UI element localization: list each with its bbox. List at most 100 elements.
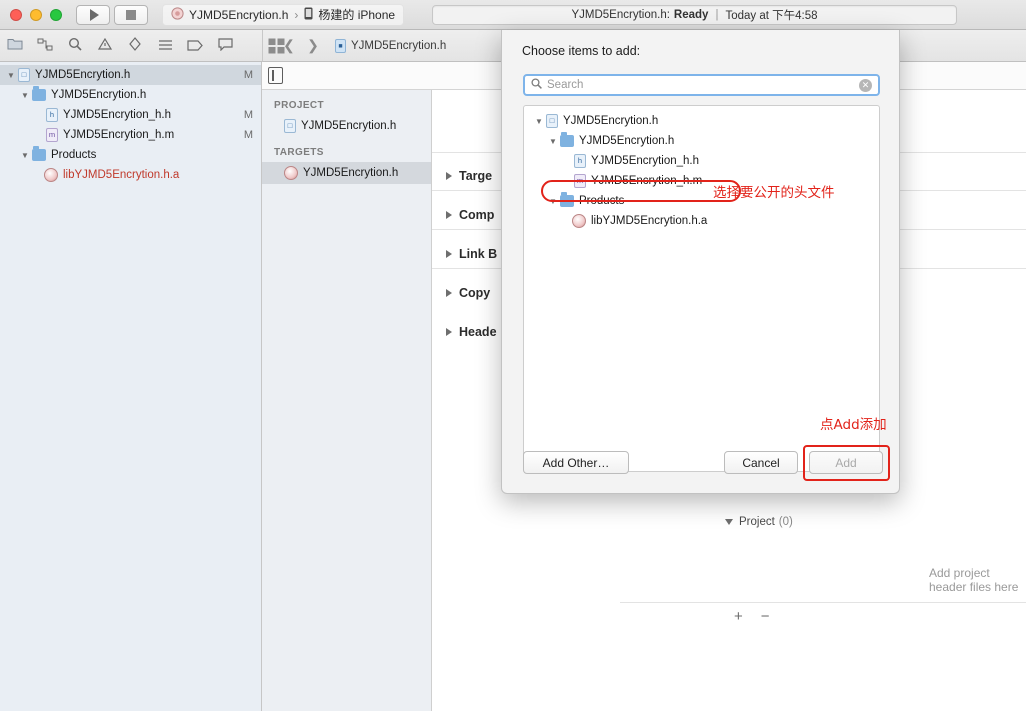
maximize-window-button[interactable]: [50, 8, 62, 21]
target-list-item[interactable]: YJMD5Encrytion.h: [262, 162, 431, 184]
report-navigator-icon[interactable]: [210, 37, 240, 54]
disclosure-triangle-icon[interactable]: ▼: [546, 137, 560, 146]
modified-badge: M: [243, 129, 253, 141]
folder-icon: [560, 132, 574, 147]
sheet-button-row: Add Other… Cancel Add: [502, 437, 901, 493]
project-file-icon: ■: [335, 38, 346, 53]
navigator-row-label: Products: [51, 149, 97, 161]
minimize-window-button[interactable]: [30, 8, 42, 21]
modified-badge: M: [243, 69, 253, 81]
cancel-button[interactable]: Cancel: [724, 451, 798, 474]
device-icon: [304, 7, 313, 23]
project-list-item-label: YJMD5Encrytion.h: [301, 120, 397, 132]
section-label: Copy: [459, 286, 491, 300]
annotation-select-header: 选择要公开的头文件: [713, 185, 835, 201]
grid-icon[interactable]: [268, 38, 285, 57]
hierarchy-navigator-icon[interactable]: [30, 38, 60, 54]
navigator-row-label: libYJMD5Encrytion.h.a: [63, 169, 180, 181]
header-file-icon: h: [46, 108, 58, 122]
close-window-button[interactable]: [10, 8, 22, 21]
file-tree-row-label: Products: [579, 195, 625, 207]
folder-icon: [32, 86, 46, 101]
file-tree-row-label: YJMD5Encrytion_h.m: [591, 175, 703, 187]
add-button-highlight: [803, 445, 890, 481]
file-tree-row[interactable]: ▼ □ YJMD5Encrytion.h: [524, 111, 879, 131]
project-list-item[interactable]: □ YJMD5Encrytion.h: [262, 115, 431, 137]
library-icon: [44, 168, 58, 182]
clear-icon[interactable]: ✕: [859, 78, 872, 92]
run-destination: 杨建的 iPhone: [318, 8, 396, 22]
project-navigator[interactable]: ▼ □ YJMD5Encrytion.h M ▼ YJMD5Encrytion.…: [0, 62, 262, 711]
navigator-row-label: YJMD5Encrytion_h.h: [63, 109, 172, 121]
add-other-button[interactable]: Add Other…: [523, 451, 629, 474]
chevron-right-icon[interactable]: ❯: [301, 37, 325, 54]
navigator-row[interactable]: m YJMD5Encrytion_h.m M: [0, 125, 261, 145]
breakpoint-navigator-icon[interactable]: [180, 38, 210, 54]
search-navigator-icon[interactable]: [60, 37, 90, 54]
issue-navigator-icon[interactable]: [90, 37, 120, 54]
breadcrumb-file-label: YJMD5Encrytion.h: [351, 39, 447, 52]
section-label: Comp: [459, 208, 495, 222]
file-tree-row-label: libYJMD5Encrytion.h.a: [591, 215, 708, 227]
file-tree-row[interactable]: h YJMD5Encrytion_h.h: [524, 151, 879, 171]
file-tree-row[interactable]: ▼ YJMD5Encrytion.h: [524, 131, 879, 151]
breadcrumb[interactable]: ■ YJMD5Encrytion.h: [335, 38, 447, 53]
project-subsection-row[interactable]: Project (0): [712, 516, 793, 528]
source-file-icon: m: [46, 128, 58, 142]
folder-icon: [32, 146, 46, 161]
targets-section-header: TARGETS: [274, 147, 324, 158]
source-file-icon: m: [574, 174, 586, 188]
sheet-title: Choose items to add:: [522, 44, 641, 58]
navigator-row[interactable]: ▼ □ YJMD5Encrytion.h M: [0, 65, 261, 85]
chevron-right-icon[interactable]: [446, 250, 452, 258]
xcode-window: YJMD5Encrytion.h › 杨建的 iPhone YJMD5Encry…: [0, 0, 1026, 711]
disclosure-triangle-icon[interactable]: ▼: [546, 197, 560, 206]
minus-icon[interactable]: −: [761, 608, 770, 625]
project-navigator-icon[interactable]: [0, 37, 30, 54]
disclosure-triangle-icon[interactable]: ▼: [532, 117, 546, 126]
chevron-right-icon[interactable]: [446, 328, 452, 336]
test-navigator-icon[interactable]: [120, 37, 150, 54]
navigator-row[interactable]: libYJMD5Encrytion.h.a: [0, 165, 261, 185]
add-remove-controls[interactable]: + −: [734, 608, 770, 625]
navigator-row[interactable]: ▼ YJMD5Encrytion.h: [0, 85, 261, 105]
navigator-row[interactable]: h YJMD5Encrytion_h.h M: [0, 105, 261, 125]
navigator-row-label: YJMD5Encrytion.h: [51, 89, 147, 101]
plus-icon[interactable]: +: [734, 608, 743, 625]
chevron-down-icon[interactable]: [725, 519, 733, 525]
search-input[interactable]: Search ✕: [523, 74, 880, 96]
file-tree-row-label: YJMD5Encrytion.h: [563, 115, 659, 127]
project-subsection-label: Project: [739, 516, 775, 528]
annotation-click-add: 点Add添加: [820, 417, 887, 433]
chevron-right-icon[interactable]: [446, 172, 452, 180]
modified-badge: M: [243, 109, 253, 121]
chevron-right-icon[interactable]: [446, 211, 452, 219]
status-file: YJMD5Encrytion.h:: [571, 9, 670, 21]
project-file-icon: □: [284, 119, 296, 133]
navigator-row[interactable]: ▼ Products: [0, 145, 261, 165]
chevron-right-icon[interactable]: [446, 289, 452, 297]
window-titlebar: YJMD5Encrytion.h › 杨建的 iPhone YJMD5Encry…: [0, 0, 1026, 30]
disclosure-triangle-icon[interactable]: ▼: [4, 71, 18, 80]
search-placeholder: Search: [547, 79, 584, 91]
section-label: Targe: [459, 169, 493, 183]
status-divider: |: [715, 9, 719, 21]
project-targets-list[interactable]: PROJECT □ YJMD5Encrytion.h TARGETS YJMD5…: [262, 90, 432, 711]
scheme-selector[interactable]: YJMD5Encrytion.h › 杨建的 iPhone: [162, 3, 405, 26]
file-tree-row-label: YJMD5Encrytion_h.h: [591, 155, 700, 167]
file-tree-row-label: YJMD5Encrytion.h: [579, 135, 675, 147]
file-tree-row[interactable]: libYJMD5Encrytion.h.a: [524, 211, 879, 231]
navigator-selector-bar: [0, 30, 262, 62]
status-state: Ready: [673, 9, 709, 21]
library-icon: [572, 214, 586, 228]
run-button[interactable]: [76, 4, 110, 25]
debug-navigator-icon[interactable]: [150, 38, 180, 54]
editor-pane-icon[interactable]: [268, 67, 283, 84]
disclosure-triangle-icon[interactable]: ▼: [18, 91, 32, 100]
stop-button[interactable]: [114, 4, 148, 25]
folder-icon: [560, 192, 574, 207]
search-icon: [531, 78, 542, 92]
project-subsection-count: (0): [778, 516, 793, 528]
disclosure-triangle-icon[interactable]: ▼: [18, 151, 32, 160]
status-time: Today at 下午4:58: [725, 10, 818, 22]
